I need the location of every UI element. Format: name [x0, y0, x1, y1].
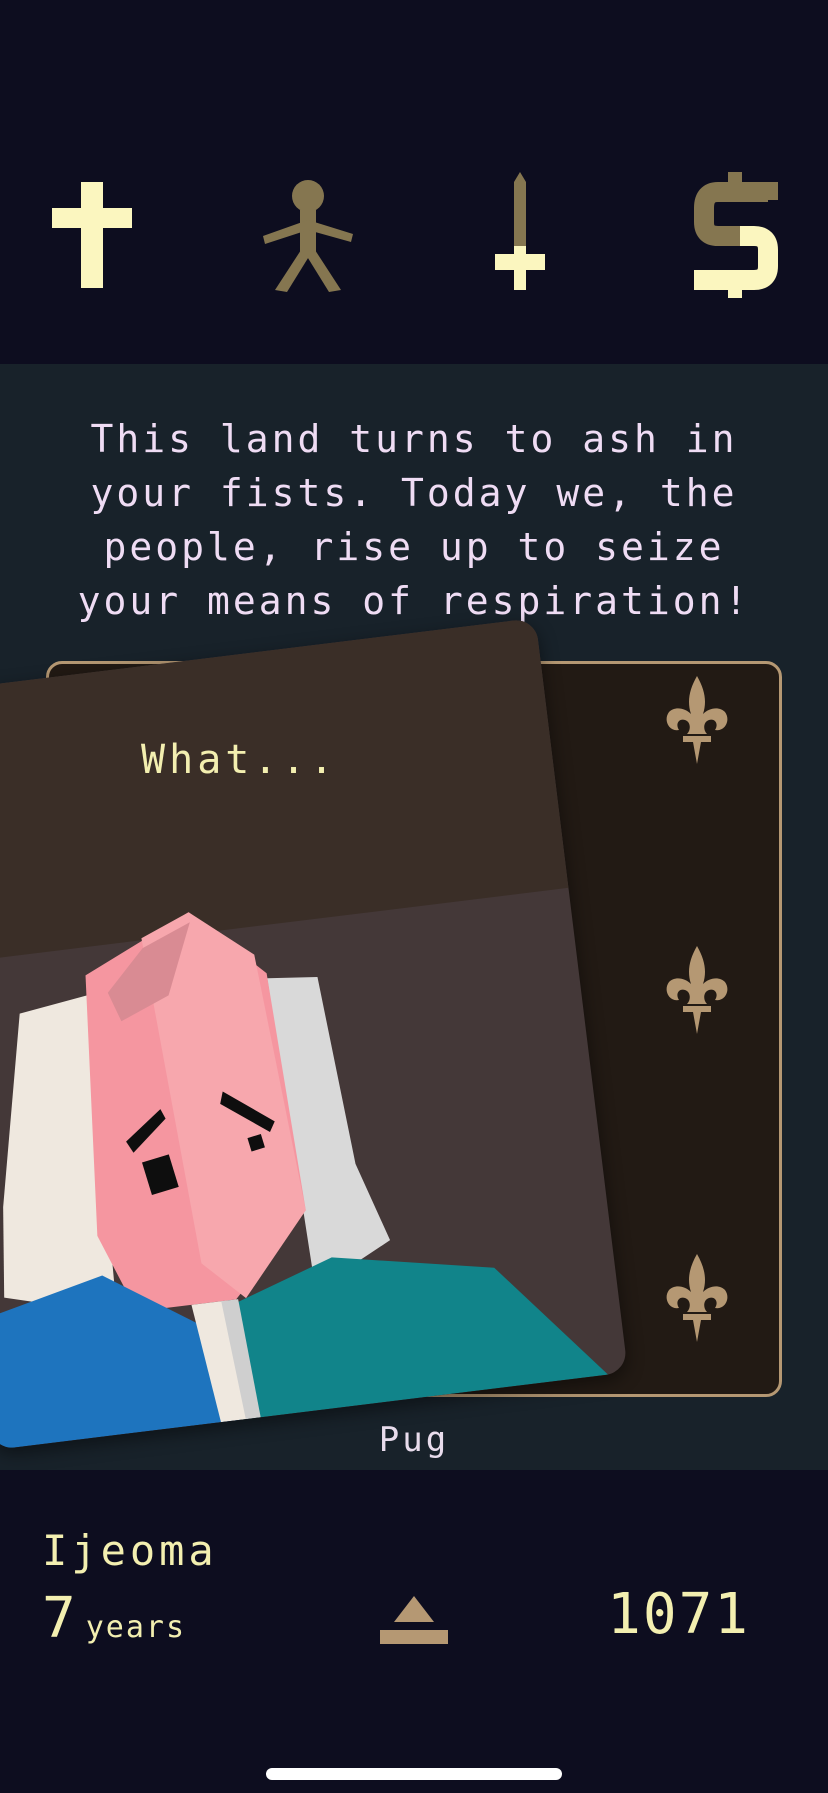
- ruler-name: Ijeoma: [42, 1526, 218, 1575]
- person-icon: [263, 180, 353, 292]
- fleur-de-lis-icon: [661, 1252, 733, 1344]
- reign-duration: 7 years: [42, 1586, 186, 1651]
- event-card[interactable]: What...: [0, 617, 628, 1451]
- church-stat: [38, 170, 148, 300]
- reign-unit: years: [85, 1610, 187, 1645]
- army-stat: [465, 170, 575, 300]
- stats-bar: [0, 0, 828, 364]
- sword-icon: [495, 172, 545, 290]
- event-area: This land turns to ash in your fists. To…: [0, 364, 828, 1470]
- event-prompt: This land turns to ash in your fists. To…: [77, 417, 751, 623]
- people-stat: [253, 170, 363, 300]
- card-dialog-text: What...: [141, 737, 338, 784]
- treasury-stat: [680, 170, 790, 300]
- cross-icon: [52, 182, 132, 288]
- current-year: 1071: [607, 1582, 750, 1647]
- fleur-de-lis-icon: [661, 674, 733, 766]
- reign-years: 7: [42, 1586, 76, 1651]
- fleur-de-lis-icon: [661, 944, 733, 1036]
- character-name: Pug: [378, 1420, 450, 1460]
- home-indicator[interactable]: [266, 1768, 562, 1780]
- reign-bar: Ijeoma 7 years 1071: [0, 1470, 828, 1793]
- menu-up-arrow-icon[interactable]: [380, 1596, 448, 1648]
- dollar-icon: [694, 172, 778, 298]
